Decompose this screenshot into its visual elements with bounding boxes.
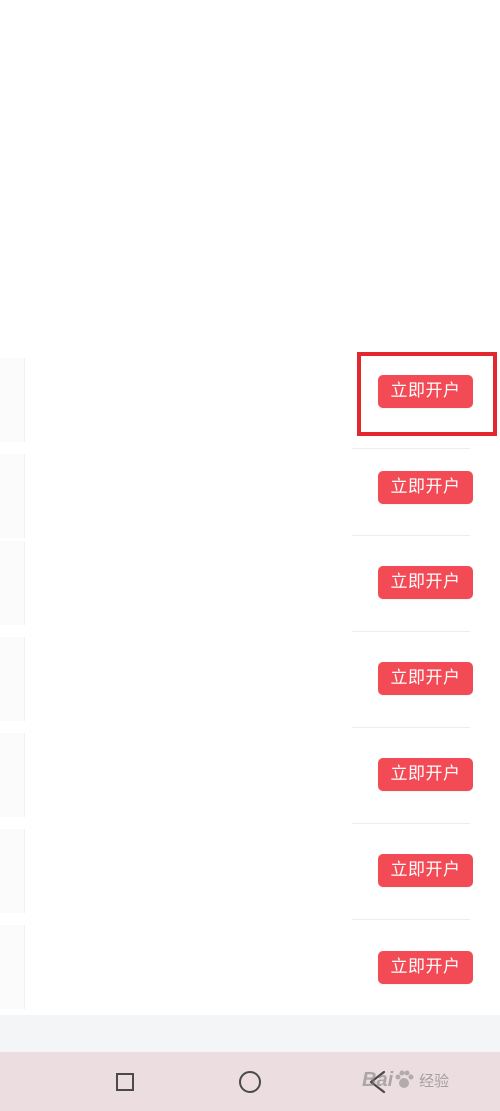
open-account-button[interactable]: 立即开户: [378, 471, 473, 504]
row-divider: [352, 631, 470, 632]
row-left-panel: [0, 733, 25, 817]
watermark-brand: Bai: [362, 1068, 394, 1091]
row-divider: [352, 727, 470, 728]
list-item: 立即开户: [0, 823, 500, 919]
baidu-jingyan-watermark: Bai 经验: [362, 1060, 492, 1100]
list-item: 立即开户: [0, 919, 500, 1015]
row-left-panel: [0, 637, 25, 721]
open-account-button[interactable]: 立即开户: [378, 566, 473, 599]
open-account-button[interactable]: 立即开户: [378, 951, 473, 984]
row-divider: [352, 535, 470, 536]
watermark-suffix: 经验: [419, 1071, 450, 1090]
account-list: 立即开户 立即开户 立即开户 立即开户 立即开户 立即开户 立即开户: [0, 352, 500, 1015]
highlight-annotation-box: [357, 352, 497, 436]
row-divider: [352, 919, 470, 920]
open-account-button[interactable]: 立即开户: [378, 662, 473, 695]
recent-apps-icon: [116, 1072, 134, 1091]
paw-logo-icon: [395, 1070, 414, 1088]
list-item: 立即开户: [0, 631, 500, 727]
row-left-panel: [0, 829, 25, 913]
row-divider: [352, 823, 470, 824]
row-divider: [352, 448, 470, 449]
bottom-band: [0, 1015, 500, 1052]
list-item: 立即开户: [0, 535, 500, 631]
row-left-panel: [0, 925, 25, 1009]
row-left-panel: [0, 454, 25, 538]
list-item: 立即开户: [0, 727, 500, 823]
list-item: 立即开户: [0, 448, 500, 544]
row-left-panel: [0, 541, 25, 625]
open-account-button[interactable]: 立即开户: [378, 854, 473, 887]
app-screen: 立即开户 立即开户 立即开户 立即开户 立即开户 立即开户 立即开户 Bai 经…: [0, 0, 500, 1111]
recent-apps-button[interactable]: [100, 1052, 150, 1111]
row-left-panel: [0, 358, 25, 442]
blank-content-area: [0, 0, 500, 352]
home-button[interactable]: [225, 1052, 275, 1111]
open-account-button[interactable]: 立即开户: [378, 758, 473, 791]
home-icon: [239, 1070, 261, 1093]
